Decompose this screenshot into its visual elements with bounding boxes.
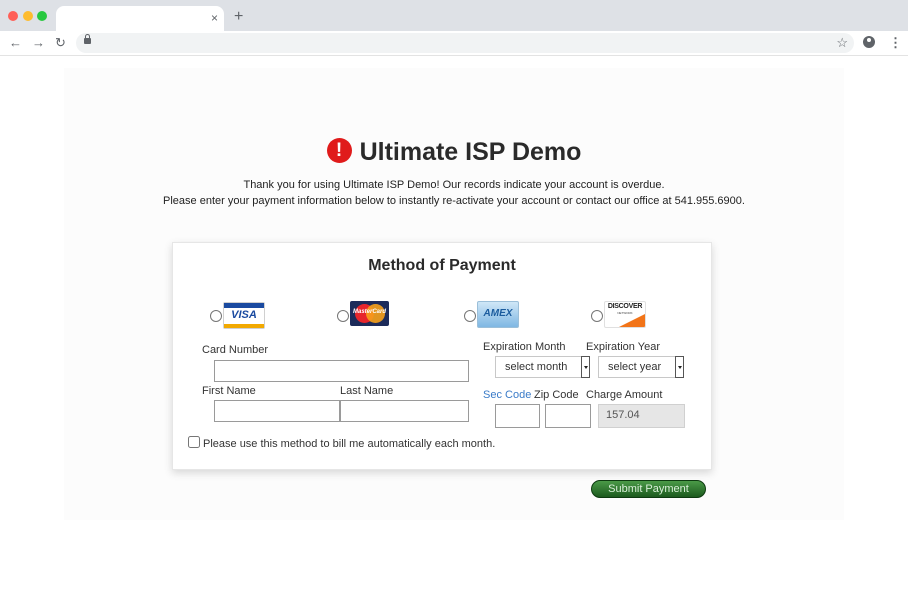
minimize-window-button[interactable] <box>23 11 33 21</box>
expiration-year-select[interactable]: select year <box>598 356 684 378</box>
close-tab-icon[interactable]: × <box>211 11 218 25</box>
last-name-input[interactable] <box>340 400 469 422</box>
profile-icon[interactable] <box>863 36 875 48</box>
charge-amount-label: Charge Amount <box>586 389 663 401</box>
alert-icon: ! <box>326 138 352 163</box>
discover-radio[interactable] <box>591 310 603 322</box>
submit-payment-button[interactable]: Submit Payment <box>591 480 706 498</box>
sec-code-link[interactable]: Sec Code <box>483 389 531 401</box>
amex-logo-icon: AMEX <box>477 301 519 328</box>
chevron-down-icon <box>581 356 590 378</box>
first-name-input[interactable] <box>214 400 340 422</box>
close-window-button[interactable] <box>8 11 18 21</box>
payment-form: Method of Payment VISA MasterCard AMEX D… <box>172 242 712 470</box>
expiration-month-select[interactable]: select month <box>495 356 590 378</box>
lock-icon <box>84 34 91 44</box>
expiration-year-label: Expiration Year <box>586 341 660 353</box>
reload-button[interactable]: ↻ <box>55 35 66 51</box>
page-content: ! Ultimate ISP Demo Thank you for using U… <box>64 68 844 520</box>
expiration-month-label: Expiration Month <box>483 341 566 353</box>
browser-tab-bar: × + <box>0 0 908 31</box>
maximize-window-button[interactable] <box>37 11 47 21</box>
first-name-label: First Name <box>202 385 256 397</box>
last-name-label: Last Name <box>340 385 394 397</box>
new-tab-button[interactable]: + <box>234 9 243 25</box>
zip-code-input[interactable] <box>545 404 591 428</box>
sec-code-input[interactable] <box>495 404 540 428</box>
browser-menu-icon[interactable]: ⋮ <box>889 35 902 51</box>
mastercard-radio[interactable] <box>337 310 349 322</box>
mastercard-logo-icon: MasterCard <box>350 301 389 326</box>
back-button[interactable]: ← <box>9 35 22 51</box>
address-bar[interactable]: ☆ <box>76 33 854 53</box>
auto-bill-label: Please use this method to bill me automa… <box>203 438 496 450</box>
card-number-input[interactable] <box>214 360 469 382</box>
bookmark-star-icon[interactable]: ☆ <box>836 35 848 51</box>
chevron-down-icon <box>675 356 684 378</box>
browser-tab[interactable]: × <box>56 6 224 31</box>
payment-method-heading: Method of Payment <box>368 257 516 274</box>
instructions-message: Please enter your payment information be… <box>163 195 745 207</box>
card-number-label: Card Number <box>202 344 269 356</box>
discover-logo-icon: DISCOVER NETWORK <box>604 301 646 328</box>
page-title: Ultimate ISP Demo <box>359 138 582 166</box>
charge-amount-field: 157.04 <box>598 404 685 428</box>
amex-radio[interactable] <box>464 310 476 322</box>
visa-radio[interactable] <box>210 310 222 322</box>
browser-toolbar: ← → ↻ ☆ ⋮ <box>0 31 908 56</box>
overdue-message: Thank you for using Ultimate ISP Demo! O… <box>243 179 665 191</box>
forward-button[interactable]: → <box>32 35 45 51</box>
visa-logo-icon: VISA <box>223 302 265 329</box>
auto-bill-checkbox[interactable] <box>188 436 200 448</box>
page-header: ! Ultimate ISP Demo <box>64 138 844 167</box>
zip-code-label: Zip Code <box>534 389 579 401</box>
